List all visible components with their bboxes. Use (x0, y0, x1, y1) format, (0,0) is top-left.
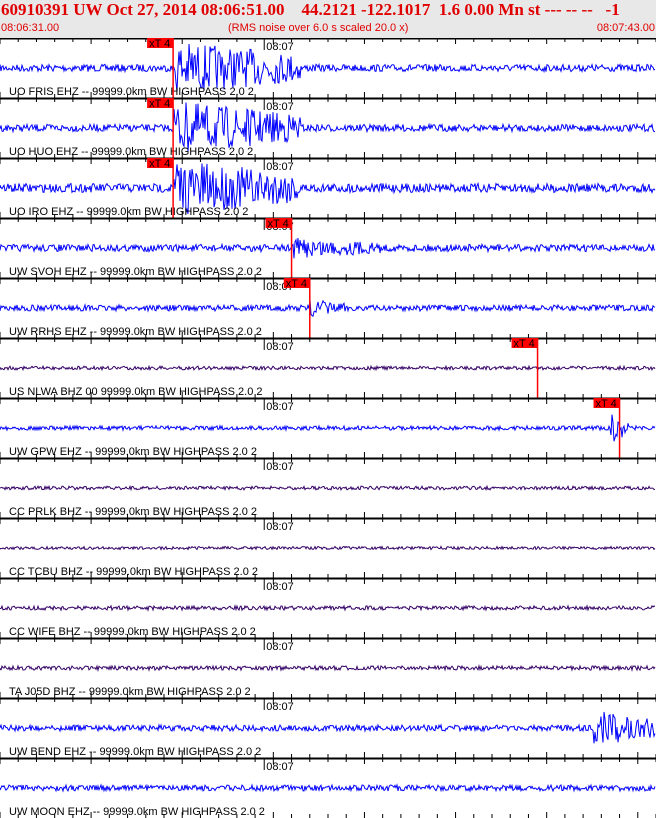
trace-label: UO FRIS EHZ -- 99999.0km BW HIGHPASS 2.0… (9, 86, 254, 98)
trace-label: UW GPW EHZ -- 99999.0km BW HIGHPASS 2.0 … (9, 446, 257, 458)
trace-label: UW MOON EHZ -- 99999.0km BW HIGHPASS 2.0… (9, 806, 265, 818)
trace-row[interactable]: 08:07 US NLWA BHZ 00 99999.0km BW HIGHPAS… (0, 337, 656, 398)
waveform (0, 711, 656, 744)
trace-label: UW SVOH EHZ -- 99999.0km BW HIGHPASS 2.0… (9, 266, 262, 278)
pick-label: xT 4 (149, 158, 170, 170)
trace-label: UO IRO EHZ -- 99999.0km BW HIGHPASS 2.0 … (9, 206, 248, 218)
trace-row[interactable]: 08:07 UO FRIS EHZ -- 99999.0km BW HIGHPAS… (0, 38, 656, 98)
trace-row[interactable]: 08:07 CC TCBU BHZ -- 99999.0km BW HIGHPAS… (0, 517, 656, 578)
pick-label: xT 4 (596, 398, 617, 410)
pick-label: xT 4 (268, 218, 289, 230)
start-time: 08:06:31.00 (1, 22, 60, 34)
waveform (0, 364, 656, 372)
minute-label: 08:07 (266, 341, 294, 353)
pick-label: xT 4 (149, 38, 170, 50)
waveform (0, 484, 656, 492)
minute-label: 08:07 (266, 41, 294, 53)
minute-label: 08:07 (266, 461, 294, 473)
trace-row[interactable]: 08:07 UO HUO EHZ -- 99999.0km BW HIGHPASS… (0, 97, 656, 158)
trace-row[interactable]: 08:07UW RRHS EHZ -- 99999.0km BW HIGHPAS… (0, 277, 656, 338)
trace-row[interactable]: 08:07 TA J05D BHZ -- 99999.0km BW HIGHPAS… (0, 637, 656, 698)
pick-label: xT 4 (286, 278, 307, 290)
waveform (0, 414, 656, 442)
header-bar: 60910391 UW Oct 27, 2014 08:06:51.00 44.… (0, 0, 656, 38)
waveform (0, 545, 656, 551)
trace-label: UW BEND EHZ -- 99999.0km BW HIGHPASS 2.0… (9, 746, 261, 758)
trace-label: UW RRHS EHZ -- 99999.0km BW HIGHPASS 2.0… (9, 326, 262, 338)
waveform (0, 238, 656, 259)
seismogram-panel[interactable]: 08:07 UO FRIS EHZ -- 99999.0km BW HIGHPAS… (0, 38, 656, 818)
trace-row[interactable]: 08:07 CC PRLK BHZ -- 99999.0km BW HIGHPAS… (0, 457, 656, 518)
waveform (0, 663, 656, 673)
minute-label: 08:07 (266, 101, 294, 113)
minute-label: 08:07 (266, 701, 294, 713)
trace-row[interactable]: 08:07UW SVOH EHZ -- 99999.0km BW HIGHPAS… (0, 217, 656, 278)
minute-label: 08:07 (266, 521, 294, 533)
trace-label: CC TCBU BHZ -- 99999.0km BW HIGHPASS 2.0… (9, 566, 258, 578)
trace-label: TA J05D BHZ -- 99999.0km BW HIGHPASS 2.0… (9, 686, 251, 698)
pick-label: xT 4 (514, 338, 535, 350)
event-title: 60910391 UW Oct 27, 2014 08:06:51.00 44.… (1, 0, 620, 19)
minute-label: 08:07 (266, 581, 294, 593)
trace-row[interactable]: 08:07 UO IRO EHZ -- 99999.0km BW HIGHPASS… (0, 157, 656, 218)
waveform (0, 604, 656, 612)
minute-label: 08:07 (266, 641, 294, 653)
minute-label: 08:07 (266, 161, 294, 173)
end-time: 08:07:43.00 (596, 22, 655, 34)
trace-row[interactable]: 08:07 UW MOON EHZ -- 99999.0km BW HIGHPAS… (0, 757, 656, 818)
trace-row[interactable]: 08:07 UW GPW EHZ -- 99999.0km BW HIGHPASS… (0, 397, 656, 458)
pick-label: xT 4 (149, 98, 170, 110)
rms-note: (RMS noise over 6.0 s scaled 20.0 x) (228, 22, 409, 34)
trace-label: CC PRLK BHZ -- 99999.0km BW HIGHPASS 2.0… (9, 506, 257, 518)
trace-row[interactable]: 08:07 UW BEND EHZ -- 99999.0km BW HIGHPAS… (0, 697, 656, 758)
trace-label: US NLWA BHZ 00 99999.0km BW HIGHPASS 2.0… (9, 386, 263, 398)
minute-label: 08:07 (266, 761, 294, 773)
waveform (0, 43, 656, 92)
trace-label: CC WIFE BHZ -- 99999.0km BW HIGHPASS 2.0… (9, 626, 256, 638)
waveform (0, 102, 655, 152)
trace-label: UO HUO EHZ -- 99999.0km BW HIGHPASS 2.0 … (9, 146, 253, 158)
minute-label: 08:07 (266, 401, 294, 413)
waveform (0, 299, 656, 317)
waveform (0, 783, 656, 793)
trace-row[interactable]: 08:07 CC WIFE BHZ -- 99999.0km BW HIGHPAS… (0, 577, 656, 638)
